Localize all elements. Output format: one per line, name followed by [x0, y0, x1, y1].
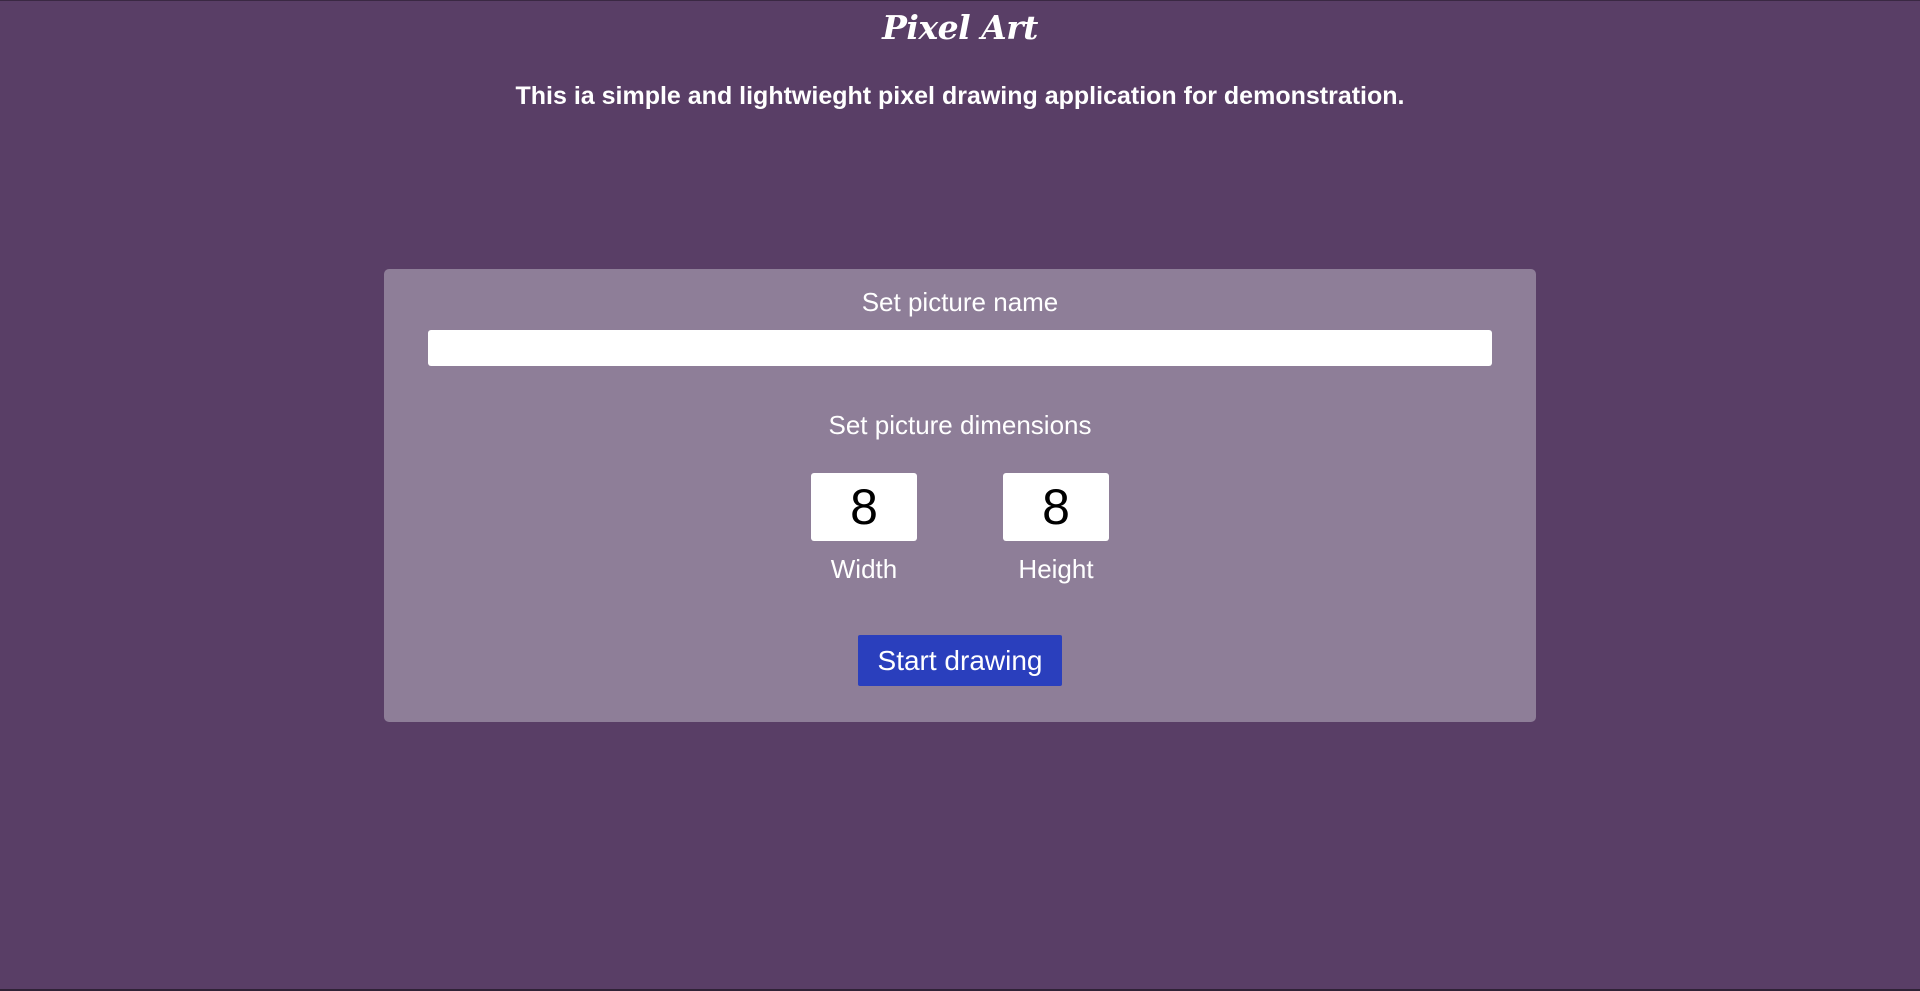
picture-name-label: Set picture name: [861, 287, 1059, 317]
height-label: Height: [1018, 554, 1094, 584]
setup-panel: Set picture name Set picture dimensions …: [384, 269, 1536, 722]
app-title: Pixel Art: [882, 8, 1038, 47]
app-subtitle: This ia simple and lightwieght pixel dra…: [515, 82, 1405, 110]
start-drawing-button[interactable]: Start drawing: [858, 635, 1062, 686]
width-label: Width: [830, 554, 898, 584]
width-input[interactable]: [811, 473, 917, 541]
picture-name-input[interactable]: [428, 330, 1492, 366]
top-border: [0, 0, 1920, 1]
height-input[interactable]: [1003, 473, 1109, 541]
picture-dimensions-label: Set picture dimensions: [828, 410, 1092, 440]
